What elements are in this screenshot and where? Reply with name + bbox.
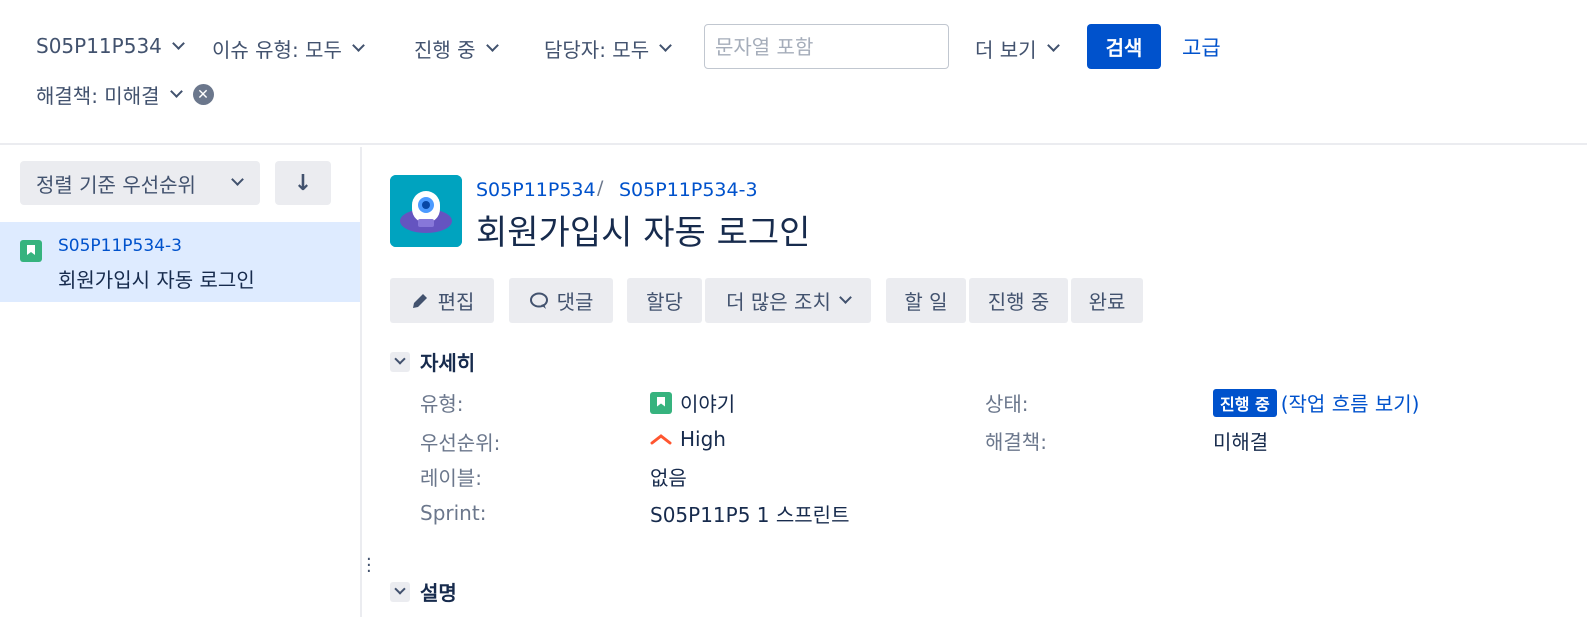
chevron-down-icon xyxy=(659,39,672,52)
in-progress-transition-label: 진행 중 xyxy=(987,290,1050,314)
issue-title: 회원가입시 자동 로그인 xyxy=(476,213,811,253)
type-value-text: 이야기 xyxy=(680,392,736,416)
priority-value-text: High xyxy=(680,427,726,451)
breadcrumb-issue-key[interactable]: S05P11P534-3 xyxy=(619,179,758,201)
assignee-filter-label: 담당자: 모두 xyxy=(544,38,650,62)
issue-type-filter-label: 이슈 유형: 모두 xyxy=(212,38,342,62)
labels-value: 없음 xyxy=(650,466,687,490)
status-label: 상태: xyxy=(985,392,1029,416)
breadcrumb-separator: / xyxy=(597,177,604,199)
status-badge: 진행 중 xyxy=(1213,388,1277,417)
assign-button[interactable]: 할당 xyxy=(627,278,702,323)
filter-bar: S05P11P534 이슈 유형: 모두 진행 중 담당자: 모두 더 보기 검… xyxy=(0,0,1587,145)
done-transition-button[interactable]: 완료 xyxy=(1071,278,1143,323)
sprint-value[interactable]: S05P11P5 1 스프린트 xyxy=(650,499,849,528)
view-workflow-link[interactable]: (작업 흐름 보기) xyxy=(1281,388,1420,417)
more-actions-label: 더 많은 조치 xyxy=(726,290,831,314)
project-filter[interactable]: S05P11P534 xyxy=(36,34,185,58)
story-icon xyxy=(20,240,42,262)
sort-order-label: 정렬 기준 우선순위 xyxy=(36,172,196,197)
chevron-down-icon xyxy=(390,351,410,372)
clear-filter-icon[interactable]: ✕ xyxy=(192,84,214,105)
details-section-toggle[interactable]: 자세히 xyxy=(390,347,475,376)
issue-summary: 회원가입시 자동 로그인 xyxy=(58,268,255,292)
text-search-input[interactable] xyxy=(704,24,949,69)
priority-high-icon xyxy=(650,432,672,446)
comment-icon xyxy=(529,291,549,311)
description-section-toggle[interactable]: 설명 xyxy=(390,577,457,606)
resolution-label: 해결책: xyxy=(985,430,1047,454)
advanced-search-link[interactable]: 고급 xyxy=(1182,32,1221,62)
todo-transition-label: 할 일 xyxy=(904,290,948,314)
list-item[interactable]: S05P11P534-3 회원가입시 자동 로그인 xyxy=(0,222,360,302)
chevron-down-icon xyxy=(172,36,185,50)
priority-value: High xyxy=(650,427,726,451)
in-progress-transition-button[interactable]: 진행 중 xyxy=(969,278,1068,323)
more-filters-label: 더 보기 xyxy=(975,38,1037,62)
resolution-filter[interactable]: 해결책: 미해결 ✕ xyxy=(36,80,214,109)
more-filters-button[interactable]: 더 보기 xyxy=(975,34,1060,63)
chevron-down-icon xyxy=(390,581,410,602)
story-icon xyxy=(650,391,672,414)
chevron-down-icon xyxy=(169,85,183,98)
sprint-label: Sprint: xyxy=(420,501,487,525)
status-filter-label: 진행 중 xyxy=(414,38,476,62)
status-filter[interactable]: 진행 중 xyxy=(414,34,499,63)
chevron-down-icon xyxy=(838,291,852,304)
description-heading: 설명 xyxy=(420,581,457,605)
sort-order-dropdown[interactable]: 정렬 기준 우선순위 xyxy=(20,161,260,205)
edit-button-label: 편집 xyxy=(437,290,475,314)
comment-button[interactable]: 댓글 xyxy=(509,278,613,323)
issue-list-panel: 정렬 기준 우선순위 ↓ S05P11P534-3 회원가입시 자동 로그인 xyxy=(0,147,362,617)
resize-handle[interactable]: · · · xyxy=(366,551,372,581)
chevron-down-icon xyxy=(485,39,499,52)
details-heading: 자세히 xyxy=(420,351,476,375)
search-button[interactable]: 검색 xyxy=(1087,24,1161,69)
issue-type-filter[interactable]: 이슈 유형: 모두 xyxy=(212,34,365,63)
labels-label: 레이블: xyxy=(420,466,482,490)
chevron-down-icon xyxy=(231,173,244,186)
edit-button[interactable]: 편집 xyxy=(390,278,494,323)
sort-direction-button[interactable]: ↓ xyxy=(275,161,331,205)
resolution-value: 미해결 xyxy=(1213,430,1269,454)
resolution-filter-label: 해결책: 미해결 xyxy=(36,84,160,108)
type-value: 이야기 xyxy=(650,388,735,417)
priority-label: 우선순위: xyxy=(420,431,501,455)
type-label: 유형: xyxy=(420,392,464,416)
todo-transition-button[interactable]: 할 일 xyxy=(886,278,966,323)
chevron-down-icon xyxy=(1046,39,1060,52)
breadcrumb-project[interactable]: S05P11P534 xyxy=(476,179,596,201)
pencil-icon xyxy=(410,291,430,311)
project-filter-label: S05P11P534 xyxy=(36,34,162,58)
comment-button-label: 댓글 xyxy=(556,290,594,314)
project-avatar xyxy=(390,175,462,247)
more-actions-button[interactable]: 더 많은 조치 xyxy=(705,278,871,323)
status-value: 진행 중 (작업 흐름 보기) xyxy=(1213,388,1419,417)
done-transition-label: 완료 xyxy=(1088,290,1126,314)
assign-button-label: 할당 xyxy=(646,290,683,314)
chevron-down-icon xyxy=(351,39,365,52)
arrow-down-icon: ↓ xyxy=(293,170,313,196)
assignee-filter[interactable]: 담당자: 모두 xyxy=(544,34,672,63)
project-avatar-image xyxy=(390,175,462,247)
issue-key-link[interactable]: S05P11P534-3 xyxy=(58,236,182,256)
